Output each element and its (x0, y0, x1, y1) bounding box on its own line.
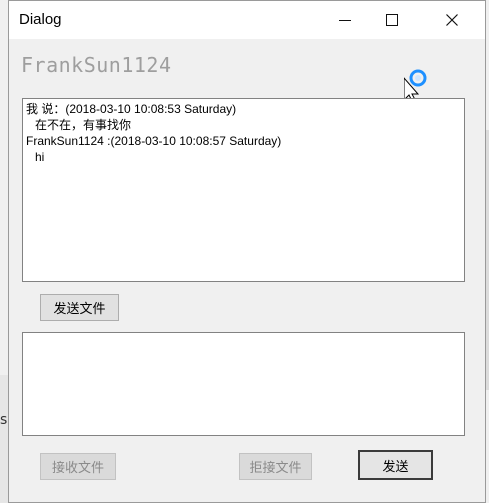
message-header: 我 说：(2018-03-10 10:08:53 Saturday) (26, 102, 237, 116)
chat-dialog: Dialog FrankSun1124 我 说：(2018-03-10 10:0… (8, 0, 486, 503)
close-icon (446, 14, 458, 26)
minimize-button[interactable] (322, 1, 368, 39)
send-file-button[interactable]: 发送文件 (40, 294, 119, 321)
accept-file-button[interactable]: 接收文件 (40, 453, 116, 480)
message-item: 我 说：(2018-03-10 10:08:53 Saturday) 在不在，有… (26, 101, 461, 133)
message-body: 在不在，有事找你 (35, 118, 132, 132)
message-item: FrankSun1124 :(2018-03-10 10:08:57 Satur… (26, 133, 461, 165)
peer-name-label: FrankSun1124 (21, 53, 172, 77)
close-button[interactable] (429, 1, 475, 39)
title-bar[interactable]: Dialog (9, 1, 485, 39)
reject-file-button[interactable]: 拒接文件 (239, 453, 312, 480)
chat-history[interactable]: 我 说：(2018-03-10 10:08:53 Saturday) 在不在，有… (22, 98, 465, 282)
maximize-button[interactable] (369, 1, 415, 39)
maximize-icon (386, 14, 398, 26)
message-header: FrankSun1124 :(2018-03-10 10:08:57 Satur… (26, 134, 282, 148)
message-input[interactable] (22, 332, 465, 436)
message-body: hi (35, 150, 45, 164)
minimize-icon (339, 19, 351, 21)
window-title: Dialog (19, 11, 62, 28)
send-button[interactable]: 发送 (358, 450, 433, 480)
